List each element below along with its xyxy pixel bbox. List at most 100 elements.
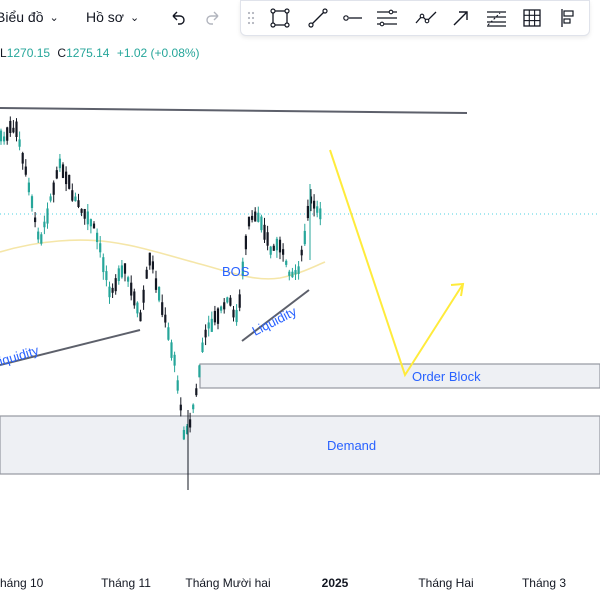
candle-body xyxy=(123,263,127,274)
chevron-down-icon: ⌄ xyxy=(129,11,140,24)
candle-body xyxy=(216,308,220,324)
candle-body xyxy=(297,266,300,274)
candle-body xyxy=(34,217,37,223)
parallel-channel-icon xyxy=(377,9,397,27)
path-tool-button[interactable] xyxy=(413,5,439,31)
candle-body xyxy=(313,200,316,209)
candle-body xyxy=(142,289,145,303)
time-axis-label: Tháng Hai xyxy=(418,576,474,590)
arrow-tool-button[interactable] xyxy=(448,5,474,31)
candle-body xyxy=(12,127,15,133)
candle-body xyxy=(170,342,173,358)
candle-body xyxy=(21,153,24,164)
candle-body xyxy=(285,260,288,265)
fib-retracement-icon xyxy=(487,11,506,27)
projection-path[interactable] xyxy=(329,149,464,378)
grid-icon xyxy=(523,9,541,27)
candle-body xyxy=(117,268,120,282)
chart-menu[interactable]: Biểu đồ ⌄ xyxy=(0,4,59,30)
demand-label[interactable]: Demand xyxy=(327,438,376,453)
trend-line-tool-button[interactable] xyxy=(305,5,331,31)
candle-body xyxy=(96,232,99,243)
candle-body xyxy=(27,182,30,193)
candle-body xyxy=(114,278,117,292)
candle-body xyxy=(68,174,71,189)
long-position-icon xyxy=(561,9,574,27)
candle-body xyxy=(223,302,226,310)
candle-body xyxy=(263,224,266,240)
candle-body xyxy=(127,277,130,282)
resistance-line[interactable] xyxy=(0,107,468,114)
candle-body xyxy=(83,208,86,219)
candle-body xyxy=(319,208,322,220)
liquidity-label-left[interactable]: Liquidity xyxy=(0,342,41,370)
candle-body xyxy=(294,270,297,275)
candle-body xyxy=(260,216,263,231)
rectangle-icon xyxy=(270,8,290,28)
candle-body xyxy=(272,245,275,251)
candle-body xyxy=(24,166,27,175)
candle-body xyxy=(130,282,133,296)
profile-menu-label: Hồ sơ xyxy=(86,9,124,25)
undo-icon xyxy=(172,11,185,25)
path-icon xyxy=(415,11,437,24)
candle-body xyxy=(164,314,167,323)
candle-body xyxy=(92,223,96,229)
parallel-channel-tool-button[interactable] xyxy=(374,5,400,31)
candle-body xyxy=(80,208,83,213)
price-chart[interactable]: Liquidity Liquidity BOS Order Block Dema… xyxy=(0,40,600,566)
candle-body xyxy=(99,243,102,253)
candle-body xyxy=(179,404,182,411)
candle-body xyxy=(74,196,77,202)
candle-body xyxy=(3,136,6,142)
redo-button[interactable] xyxy=(200,4,226,30)
candle-body xyxy=(61,164,65,178)
candle-body xyxy=(102,257,105,273)
rectangle-tool-button[interactable] xyxy=(267,5,293,31)
horizontal-ray-tool-button[interactable] xyxy=(339,5,365,31)
candle-body xyxy=(176,380,179,391)
candle-body xyxy=(52,182,55,195)
candle-body xyxy=(108,286,111,298)
candle-body xyxy=(266,232,269,246)
bos-label[interactable]: BOS xyxy=(222,264,250,279)
candle-body xyxy=(6,127,9,141)
candle-body xyxy=(46,208,49,224)
profile-menu[interactable]: Hồ sơ ⌄ xyxy=(86,4,139,30)
trend-line-icon xyxy=(308,8,328,28)
demand-zone[interactable] xyxy=(0,415,600,475)
candle-body xyxy=(167,327,170,340)
time-axis[interactable]: Tháng 10 Tháng 11 Tháng Mười hai 2025 Th… xyxy=(0,566,600,600)
candle-body xyxy=(148,252,151,266)
order-block-zone[interactable] xyxy=(199,363,600,389)
candle-body xyxy=(173,354,176,366)
candle-body xyxy=(37,231,40,240)
drag-handle[interactable] xyxy=(243,5,259,31)
candle-body xyxy=(247,216,251,227)
order-block-label[interactable]: Order Block xyxy=(412,369,481,384)
fib-retracement-tool-button[interactable] xyxy=(483,5,509,31)
candle-body xyxy=(300,249,303,256)
candle-body xyxy=(77,200,80,208)
undo-button[interactable] xyxy=(165,4,191,30)
candle-body xyxy=(182,429,185,440)
candle-body xyxy=(43,221,46,228)
candle-body xyxy=(139,312,142,322)
chevron-down-icon: ⌄ xyxy=(49,11,59,24)
time-axis-label: 2025 xyxy=(321,576,349,590)
candle-body xyxy=(269,246,272,255)
candle-body xyxy=(9,120,12,133)
drawing-toolbar xyxy=(240,0,590,36)
grid-tool-button[interactable] xyxy=(519,5,545,31)
candle-body xyxy=(244,235,247,250)
candle-body xyxy=(275,238,278,251)
candle-body xyxy=(198,365,201,378)
candle-body xyxy=(204,329,207,338)
candle-body xyxy=(291,271,294,278)
redo-icon xyxy=(206,11,219,25)
long-position-tool-button[interactable] xyxy=(553,5,579,31)
candle-body xyxy=(254,211,257,222)
liquidity-label-mid[interactable]: Liquidity xyxy=(250,303,300,338)
candle-body xyxy=(201,342,204,353)
horizontal-ray-icon xyxy=(343,15,362,21)
